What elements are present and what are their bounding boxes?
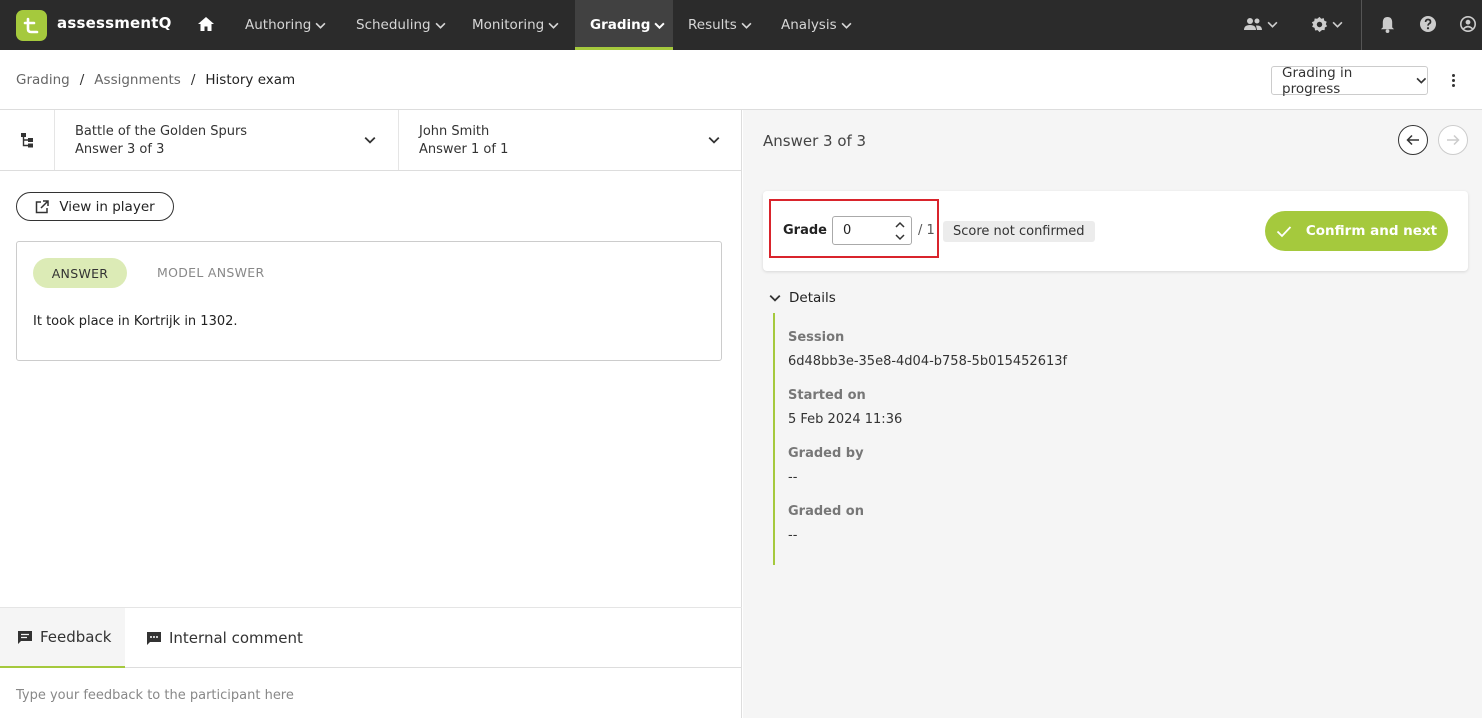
users-menu[interactable] <box>1243 16 1278 32</box>
grading-status-value: Grading in progress <box>1282 64 1353 97</box>
chevron-up-icon[interactable] <box>894 220 906 229</box>
answer-text: It took place in Kortrijk in 1302. <box>33 314 238 329</box>
bell-icon[interactable] <box>1380 16 1395 33</box>
breadcrumb-assignments[interactable]: Assignments <box>94 72 181 88</box>
chevron-down-icon <box>1416 77 1427 84</box>
nav-divider <box>1361 0 1362 50</box>
selector-divider <box>0 170 742 171</box>
detail-label-session: Session <box>788 330 845 345</box>
view-in-player-button[interactable]: View in player <box>16 192 174 221</box>
answer-position: Answer 3 of 3 <box>763 132 867 150</box>
previous-answer-button[interactable] <box>1398 125 1428 155</box>
confirm-and-next-button[interactable]: Confirm and next <box>1265 211 1448 251</box>
gear-icon <box>1311 16 1328 33</box>
answer-panel: Battle of the Golden Spurs Answer 3 of 3… <box>0 110 742 718</box>
tab-internal-comment[interactable]: Internal comment <box>146 608 303 668</box>
comment-icon <box>147 631 161 645</box>
chevron-down-icon <box>708 136 720 144</box>
tab-answer[interactable]: ANSWER <box>33 258 127 288</box>
question-selector[interactable]: Battle of the Golden Spurs Answer 3 of 3 <box>55 110 399 170</box>
chevron-down-icon[interactable] <box>894 233 906 242</box>
tab-feedback[interactable]: Feedback <box>0 608 125 668</box>
chevron-down-icon <box>1267 21 1278 28</box>
tab-model-answer[interactable]: MODEL ANSWER <box>157 265 264 280</box>
nav-scheduling-label: Scheduling <box>356 17 431 33</box>
users-icon <box>1244 18 1262 30</box>
feedback-tabs: Feedback Internal comment <box>0 607 742 668</box>
app-logo-icon[interactable] <box>16 10 47 41</box>
nav-grading-label: Grading <box>590 17 651 33</box>
nav-analysis-label: Analysis <box>781 17 837 33</box>
detail-value-started-on: 5 Feb 2024 11:36 <box>788 412 903 427</box>
breadcrumb: Grading / Assignments / History exam <box>16 72 295 88</box>
chevron-down-icon <box>364 136 376 144</box>
participant-name: John Smith <box>419 124 490 139</box>
grade-stepper[interactable] <box>894 220 906 242</box>
view-in-player-label: View in player <box>59 198 155 215</box>
detail-label-graded-on: Graded on <box>788 504 864 519</box>
chevron-down-icon <box>841 22 852 29</box>
arrow-left-icon <box>1406 134 1419 146</box>
breadcrumb-separator: / <box>79 72 85 88</box>
message-icon <box>18 630 32 644</box>
next-answer-button[interactable] <box>1438 125 1468 155</box>
tree-view-button[interactable] <box>0 110 55 170</box>
details-list: Session 6d48bb3e-35e8-4d04-b758-5b015452… <box>773 313 1073 565</box>
chevron-down-icon <box>654 22 666 29</box>
nav-scheduling[interactable]: Scheduling <box>356 0 446 50</box>
chevron-down-icon <box>435 22 446 29</box>
details-label: Details <box>789 290 836 306</box>
grade-label: Grade <box>783 223 827 238</box>
more-options-icon[interactable] <box>1446 70 1460 90</box>
grade-value: 0 <box>843 223 852 238</box>
breadcrumb-separator: / <box>190 72 196 88</box>
top-navigation-bar: assessmentQ Authoring Scheduling Monitor… <box>0 0 1482 50</box>
chevron-down-icon <box>769 294 781 302</box>
detail-value-graded-by: -- <box>788 470 798 485</box>
details-toggle[interactable]: Details <box>769 290 836 306</box>
settings-menu[interactable] <box>1311 16 1343 33</box>
nav-monitoring[interactable]: Monitoring <box>472 0 559 50</box>
nav-authoring-label: Authoring <box>245 17 312 33</box>
grading-panel: Answer 3 of 3 Grade 0 / 1 Score not conf… <box>743 110 1482 718</box>
detail-value-session: 6d48bb3e-35e8-4d04-b758-5b015452613f <box>788 354 1068 369</box>
chevron-down-icon <box>315 22 326 29</box>
arrow-right-icon <box>1447 134 1460 146</box>
confirm-and-next-label: Confirm and next <box>1305 223 1438 239</box>
app-name[interactable]: assessmentQ <box>57 14 172 32</box>
detail-label-graded-by: Graded by <box>788 446 864 461</box>
nav-results-label: Results <box>688 17 737 33</box>
grade-card: Grade 0 / 1 Score not confirmed Confirm … <box>763 191 1468 271</box>
nav-analysis[interactable]: Analysis <box>781 0 852 50</box>
breadcrumb-grading[interactable]: Grading <box>16 72 70 88</box>
nav-results[interactable]: Results <box>688 0 752 50</box>
question-title: Battle of the Golden Spurs <box>75 124 248 139</box>
grading-status-select[interactable]: Grading in progress <box>1271 64 1428 97</box>
score-status-badge: Score not confirmed <box>943 221 1095 242</box>
chevron-down-icon <box>548 22 559 29</box>
tab-internal-comment-label: Internal comment <box>169 629 303 647</box>
grade-input[interactable]: 0 <box>832 216 912 245</box>
tree-structure-icon <box>21 133 33 148</box>
external-link-icon <box>36 199 50 213</box>
breadcrumb-current: History exam <box>205 72 296 88</box>
participant-answer-count: Answer 1 of 1 <box>419 142 509 157</box>
nav-authoring[interactable]: Authoring <box>245 0 326 50</box>
tab-feedback-label: Feedback <box>40 628 112 646</box>
nav-grading[interactable]: Grading <box>575 0 673 50</box>
answer-card: ANSWER MODEL ANSWER It took place in Kor… <box>16 241 722 361</box>
detail-label-started-on: Started on <box>788 388 866 403</box>
question-answer-count: Answer 3 of 3 <box>75 142 165 157</box>
feedback-input[interactable]: Type your feedback to the participant he… <box>16 688 294 703</box>
user-icon[interactable] <box>1460 16 1476 32</box>
nav-monitoring-label: Monitoring <box>472 17 545 33</box>
chevron-down-icon <box>741 22 752 29</box>
participant-selector[interactable]: John Smith Answer 1 of 1 <box>399 110 742 170</box>
chevron-down-icon <box>1332 21 1343 28</box>
help-icon[interactable] <box>1420 16 1436 32</box>
check-icon <box>1276 225 1292 237</box>
home-icon[interactable] <box>196 14 216 34</box>
grade-max: / 1 <box>918 223 935 238</box>
detail-value-graded-on: -- <box>788 528 798 543</box>
